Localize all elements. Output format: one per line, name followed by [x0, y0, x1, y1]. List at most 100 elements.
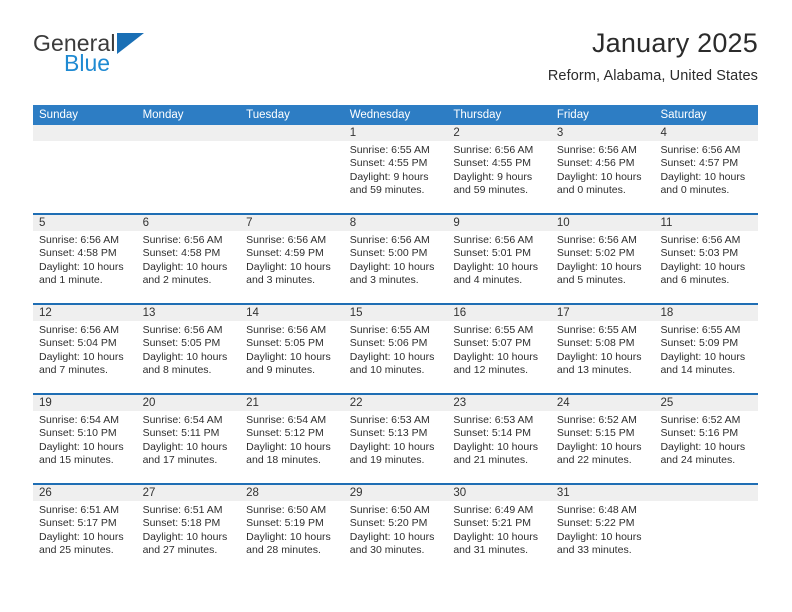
- sunset-text: Sunset: 5:21 PM: [453, 517, 531, 530]
- calendar-day-cell[interactable]: 16 Sunrise: 6:55 AM Sunset: 5:07 PM Dayligh…: [447, 305, 551, 393]
- calendar-day-cell[interactable]: 27 Sunrise: 6:51 AM Sunset: 5:18 PM Dayligh…: [136, 485, 241, 573]
- day-details: Sunrise: 6:56 AM Sunset: 5:02 PM Daylight:…: [551, 231, 655, 288]
- weekday-header-thursday: Thursday: [453, 109, 502, 121]
- day-number: 10: [550, 215, 655, 231]
- daylight-text-line1: Daylight: 10 hours: [142, 350, 228, 363]
- calendar-day-cell[interactable]: 5 Sunrise: 6:56 AM Sunset: 4:58 PM Daylight…: [33, 215, 137, 303]
- day-details: Sunrise: 6:55 AM Sunset: 4:55 PM Daylight:…: [344, 141, 448, 198]
- daylight-text-line2: and 30 minutes.: [349, 544, 425, 557]
- day-details: Sunrise: 6:51 AM Sunset: 5:18 PM Daylight:…: [137, 501, 241, 558]
- calendar-day-cell[interactable]: 30 Sunrise: 6:49 AM Sunset: 5:21 PM Dayligh…: [447, 485, 551, 573]
- daylight-text-line1: Daylight: 10 hours: [39, 440, 124, 453]
- sunset-text: Sunset: 4:58 PM: [39, 247, 117, 260]
- sunrise-text: Sunrise: 6:55 AM: [349, 144, 430, 156]
- sunset-text: Sunset: 5:00 PM: [349, 247, 428, 260]
- calendar-day-cell[interactable]: 8 Sunrise: 6:56 AM Sunset: 5:00 PM Daylight…: [343, 215, 448, 303]
- calendar-day-cell[interactable]: 12 Sunrise: 6:56 AM Sunset: 5:04 PM Dayligh…: [33, 305, 137, 393]
- calendar-day-cell[interactable]: 18 Sunrise: 6:55 AM Sunset: 5:09 PM Dayligh…: [654, 305, 759, 393]
- sunrise-text: Sunrise: 6:49 AM: [453, 504, 534, 516]
- daylight-text-line2: and 59 minutes.: [349, 184, 425, 197]
- day-number: 1: [343, 125, 448, 141]
- calendar-day-cell[interactable]: 22 Sunrise: 6:53 AM Sunset: 5:13 PM Dayligh…: [343, 395, 448, 483]
- day-number: [33, 125, 137, 141]
- calendar-day-cell[interactable]: 17 Sunrise: 6:55 AM Sunset: 5:08 PM Dayligh…: [550, 305, 655, 393]
- sunrise-text: Sunrise: 6:51 AM: [142, 504, 223, 516]
- calendar-day-cell[interactable]: 4 Sunrise: 6:56 AM Sunset: 4:57 PM Daylight…: [654, 125, 759, 213]
- calendar-day-cell[interactable]: 20 Sunrise: 6:54 AM Sunset: 5:11 PM Dayligh…: [136, 395, 241, 483]
- day-details: Sunrise: 6:54 AM Sunset: 5:12 PM Daylight:…: [240, 411, 344, 468]
- calendar-grid: Sunday Monday Tuesday Wednesday Thursday…: [33, 105, 759, 573]
- daylight-text-line2: and 33 minutes.: [556, 544, 632, 557]
- day-number: 9: [447, 215, 551, 231]
- daylight-text-line2: and 7 minutes.: [39, 364, 108, 377]
- daylight-text-line1: Daylight: 10 hours: [453, 530, 538, 543]
- sunset-text: Sunset: 5:11 PM: [142, 427, 220, 440]
- sunrise-text: Sunrise: 6:55 AM: [660, 324, 741, 336]
- daylight-text-line2: and 19 minutes.: [349, 454, 425, 467]
- day-number: [136, 125, 241, 141]
- day-number: 26: [33, 485, 137, 501]
- calendar-day-cell[interactable]: 29 Sunrise: 6:50 AM Sunset: 5:20 PM Dayligh…: [343, 485, 448, 573]
- daylight-text-line1: Daylight: 10 hours: [349, 260, 435, 273]
- calendar-day-cell[interactable]: 11 Sunrise: 6:56 AM Sunset: 5:03 PM Dayligh…: [654, 215, 759, 303]
- calendar-day-cell[interactable]: 25 Sunrise: 6:52 AM Sunset: 5:16 PM Dayligh…: [654, 395, 759, 483]
- calendar-day-cell[interactable]: 15 Sunrise: 6:55 AM Sunset: 5:06 PM Dayligh…: [343, 305, 448, 393]
- weekday-header-tuesday: Tuesday: [246, 109, 290, 121]
- sunset-text: Sunset: 5:22 PM: [556, 517, 635, 530]
- day-details: Sunrise: 6:54 AM Sunset: 5:10 PM Daylight:…: [33, 411, 137, 468]
- day-number: 3: [550, 125, 655, 141]
- calendar-day-cell[interactable]: 10 Sunrise: 6:56 AM Sunset: 5:02 PM Dayligh…: [550, 215, 655, 303]
- sunset-text: Sunset: 4:56 PM: [556, 157, 635, 170]
- calendar-day-cell[interactable]: 7 Sunrise: 6:56 AM Sunset: 4:59 PM Daylight…: [240, 215, 344, 303]
- daylight-text-line2: and 12 minutes.: [453, 364, 529, 377]
- day-details: Sunrise: 6:56 AM Sunset: 5:03 PM Daylight:…: [654, 231, 758, 288]
- daylight-text-line1: Daylight: 10 hours: [246, 440, 331, 453]
- daylight-text-line2: and 27 minutes.: [142, 544, 218, 557]
- sunset-text: Sunset: 4:59 PM: [246, 247, 324, 260]
- calendar-day-cell-empty: [240, 125, 344, 213]
- calendar-day-cell[interactable]: 2 Sunrise: 6:56 AM Sunset: 4:55 PM Daylight…: [447, 125, 551, 213]
- sunset-text: Sunset: 5:09 PM: [660, 337, 739, 350]
- calendar-day-cell[interactable]: 13 Sunrise: 6:56 AM Sunset: 5:05 PM Dayligh…: [136, 305, 241, 393]
- sunrise-text: Sunrise: 6:50 AM: [246, 504, 327, 516]
- day-number: 24: [550, 395, 655, 411]
- sunrise-text: Sunrise: 6:55 AM: [556, 324, 637, 336]
- calendar-day-cell[interactable]: 9 Sunrise: 6:56 AM Sunset: 5:01 PM Daylight…: [447, 215, 551, 303]
- daylight-text-line1: Daylight: 10 hours: [349, 350, 435, 363]
- sunset-text: Sunset: 5:02 PM: [556, 247, 635, 260]
- day-number: 30: [447, 485, 551, 501]
- day-number: 17: [550, 305, 655, 321]
- calendar-day-cell[interactable]: 3 Sunrise: 6:56 AM Sunset: 4:56 PM Daylight…: [550, 125, 655, 213]
- sunset-text: Sunset: 5:03 PM: [660, 247, 739, 260]
- daylight-text-line2: and 4 minutes.: [453, 274, 523, 287]
- sunrise-text: Sunrise: 6:51 AM: [39, 504, 119, 516]
- daylight-text-line1: Daylight: 10 hours: [246, 530, 331, 543]
- daylight-text-line1: Daylight: 10 hours: [556, 440, 642, 453]
- sunset-text: Sunset: 5:15 PM: [556, 427, 635, 440]
- day-details: Sunrise: 6:55 AM Sunset: 5:09 PM Daylight:…: [654, 321, 758, 378]
- calendar-day-cell[interactable]: 6 Sunrise: 6:56 AM Sunset: 4:58 PM Daylight…: [136, 215, 241, 303]
- daylight-text-line2: and 2 minutes.: [142, 274, 212, 287]
- sunset-text: Sunset: 4:58 PM: [142, 247, 221, 260]
- calendar-day-cell[interactable]: 19 Sunrise: 6:54 AM Sunset: 5:10 PM Dayligh…: [33, 395, 137, 483]
- sunrise-text: Sunrise: 6:55 AM: [453, 324, 534, 336]
- calendar-day-cell[interactable]: 1 Sunrise: 6:55 AM Sunset: 4:55 PM Daylight…: [343, 125, 448, 213]
- calendar-day-cell[interactable]: 24 Sunrise: 6:52 AM Sunset: 5:15 PM Dayligh…: [550, 395, 655, 483]
- calendar-day-cell[interactable]: 14 Sunrise: 6:56 AM Sunset: 5:05 PM Dayligh…: [240, 305, 344, 393]
- day-details: Sunrise: 6:56 AM Sunset: 4:55 PM Daylight:…: [447, 141, 551, 198]
- calendar-day-cell[interactable]: 23 Sunrise: 6:53 AM Sunset: 5:14 PM Dayligh…: [447, 395, 551, 483]
- day-details: Sunrise: 6:53 AM Sunset: 5:14 PM Daylight:…: [447, 411, 551, 468]
- calendar-week-row: 12 Sunrise: 6:56 AM Sunset: 5:04 PM Dayligh…: [33, 303, 759, 393]
- triangle-icon: [116, 33, 144, 54]
- calendar-day-cell[interactable]: 31 Sunrise: 6:48 AM Sunset: 5:22 PM Dayligh…: [550, 485, 655, 573]
- day-number: 31: [550, 485, 655, 501]
- calendar-day-cell[interactable]: 28 Sunrise: 6:50 AM Sunset: 5:19 PM Dayligh…: [240, 485, 344, 573]
- sunrise-text: Sunrise: 6:54 AM: [39, 414, 119, 426]
- calendar-day-cell[interactable]: 21 Sunrise: 6:54 AM Sunset: 5:12 PM Dayligh…: [240, 395, 344, 483]
- daylight-text-line2: and 3 minutes.: [349, 274, 419, 287]
- sunset-text: Sunset: 5:10 PM: [39, 427, 117, 440]
- daylight-text-line2: and 31 minutes.: [453, 544, 529, 557]
- daylight-text-line1: Daylight: 10 hours: [556, 260, 642, 273]
- calendar-day-cell[interactable]: 26 Sunrise: 6:51 AM Sunset: 5:17 PM Dayligh…: [33, 485, 137, 573]
- daylight-text-line2: and 8 minutes.: [142, 364, 212, 377]
